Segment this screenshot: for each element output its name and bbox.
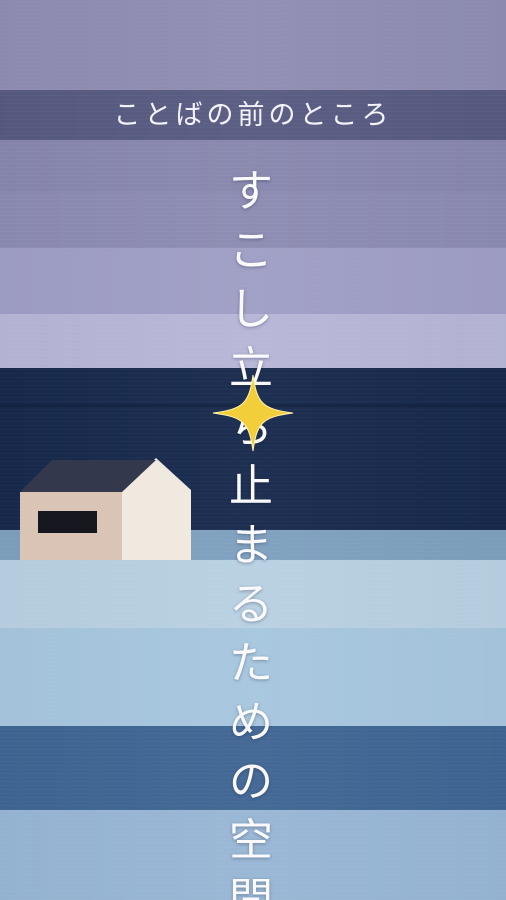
- title-char: 間: [229, 874, 273, 900]
- vertical-title: す こ し 立 ち 止 ま る た め の 空 間: [221, 162, 281, 900]
- title-char: の: [229, 756, 273, 807]
- title-char: こ: [229, 225, 273, 276]
- title-char: め: [229, 697, 273, 748]
- poster: ことばの前のところ す こ し 立 ち 止 ま る た め の 空 間: [0, 0, 506, 900]
- title-char: す: [229, 166, 273, 217]
- title-char: し: [229, 284, 273, 335]
- title-char: 立: [229, 343, 273, 394]
- band-lavender-top: [0, 0, 506, 90]
- title-char: 空: [229, 815, 273, 866]
- subtitle: ことばの前のところ: [113, 100, 393, 131]
- title-char: る: [229, 579, 273, 630]
- title-char: ち: [229, 402, 273, 453]
- title-char: ま: [229, 520, 273, 571]
- title-char: 止: [229, 461, 273, 512]
- title-char: た: [229, 638, 273, 689]
